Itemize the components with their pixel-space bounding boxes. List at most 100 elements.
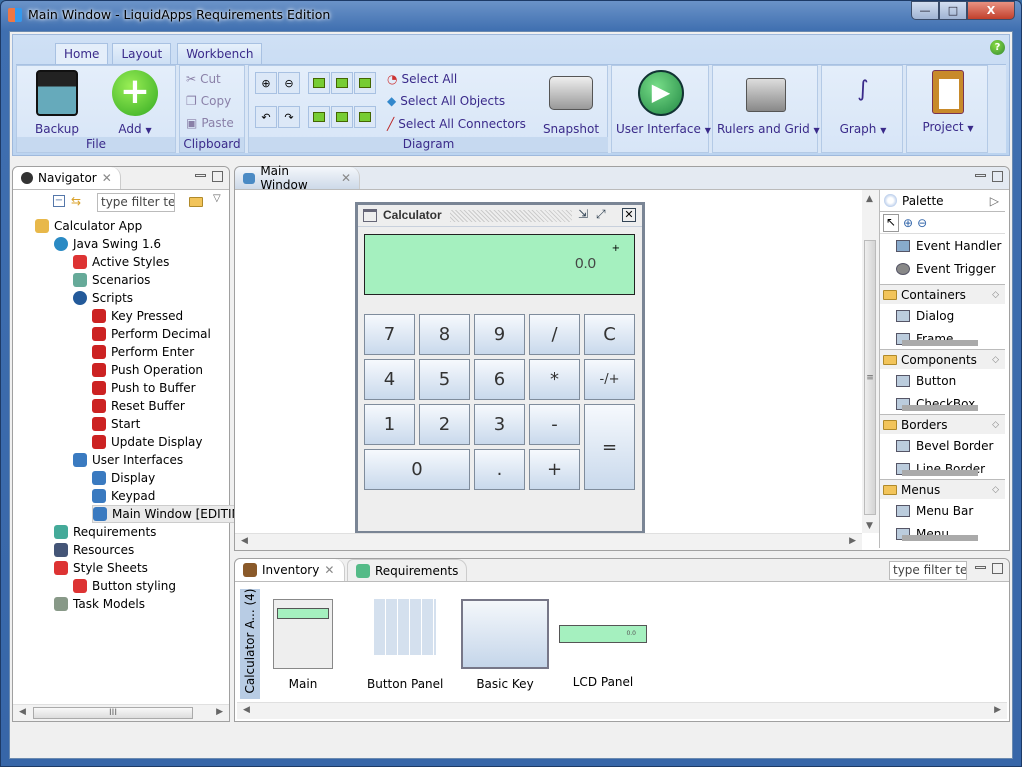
- tree-node[interactable]: Java Swing 1.6: [54, 235, 161, 253]
- align-left-icon[interactable]: [308, 72, 330, 94]
- inventory-tab[interactable]: Inventory ✕: [235, 559, 345, 581]
- key-button[interactable]: /: [529, 314, 580, 355]
- key-button[interactable]: 5: [419, 359, 470, 400]
- key-button[interactable]: 2: [419, 404, 470, 445]
- pin-icon[interactable]: ◇: [992, 485, 999, 495]
- iconify-icon[interactable]: ⇲: [578, 207, 588, 221]
- title-bar[interactable]: Main Window - LiquidApps Requirements Ed…: [1, 1, 1021, 29]
- select-all-button[interactable]: ◔ Select All: [387, 72, 457, 86]
- minimize-button[interactable]: —: [911, 1, 939, 20]
- key-button[interactable]: .: [474, 449, 525, 490]
- key-button[interactable]: 7: [364, 314, 415, 355]
- minimize-panel-icon[interactable]: [195, 174, 206, 177]
- palette-item[interactable]: Dialog: [880, 304, 1005, 327]
- close-button[interactable]: X: [967, 1, 1015, 20]
- key-button[interactable]: C: [584, 314, 635, 355]
- undo-icon[interactable]: ↶: [255, 106, 277, 128]
- main-window-tab[interactable]: Main Window ✕: [235, 164, 360, 192]
- palette-section-header[interactable]: Containers ◇: [880, 284, 1005, 304]
- editor-vertical-scrollbar[interactable]: ▲ ≡ ▼: [862, 190, 879, 533]
- key-button[interactable]: +: [529, 449, 580, 490]
- ribbon-tab-layout[interactable]: Layout: [112, 43, 172, 64]
- tree-node[interactable]: Button styling: [73, 577, 176, 595]
- section-scroll-indicator[interactable]: [902, 405, 978, 411]
- key-button[interactable]: =: [584, 404, 635, 490]
- align-right-icon[interactable]: [354, 72, 376, 94]
- palette-item[interactable]: Button: [880, 369, 1005, 392]
- palette-item[interactable]: CheckBox: [880, 392, 1005, 415]
- close-tab-icon[interactable]: ✕: [102, 171, 112, 185]
- palette-section-header[interactable]: Borders ◇: [880, 414, 1005, 434]
- design-canvas[interactable]: Calculator ⇲ ⤢ ✕ 0.0 + 7 8 9/C 4 5 6 * -/+ 1 2 3- =…: [235, 190, 879, 550]
- pin-icon[interactable]: ◇: [992, 290, 999, 300]
- navigator-horizontal-scrollbar[interactable]: ◀ III ▶: [13, 704, 229, 721]
- tree-node[interactable]: Push Operation: [92, 361, 203, 379]
- tree-node[interactable]: Task Models: [54, 595, 145, 613]
- maximize-button[interactable]: □: [939, 1, 967, 20]
- pin-icon[interactable]: ◇: [992, 355, 999, 365]
- section-scroll-indicator[interactable]: [902, 535, 978, 541]
- palette-item[interactable]: Frame: [880, 327, 1005, 350]
- user-interface-button[interactable]: ▶ User Interface ▼: [616, 70, 711, 136]
- inventory-item-lcd-panel[interactable]: 0.0 LCD Panel: [559, 599, 647, 689]
- tree-node[interactable]: User Interfaces: [73, 451, 183, 469]
- rulers-and-grid-button[interactable]: Rulers and Grid ▼: [717, 70, 820, 136]
- maximize-panel-icon[interactable]: [992, 171, 1003, 182]
- maximize-panel-icon[interactable]: [992, 563, 1003, 574]
- align-top-icon[interactable]: [308, 106, 330, 128]
- requirements-tab[interactable]: Requirements: [347, 559, 468, 581]
- align-center-icon[interactable]: [331, 72, 353, 94]
- tree-node[interactable]: Reset Buffer: [92, 397, 185, 415]
- key-button[interactable]: 9: [474, 314, 525, 355]
- graph-button[interactable]: ∫ Graph ▼: [826, 70, 900, 136]
- section-scroll-indicator[interactable]: [902, 340, 978, 346]
- palette-item[interactable]: Bevel Border: [880, 434, 1005, 457]
- zoom-in-tool-icon[interactable]: ⊕: [903, 216, 913, 230]
- tree-node[interactable]: Push to Buffer: [92, 379, 196, 397]
- key-button[interactable]: 6: [474, 359, 525, 400]
- ribbon-tab-workbench[interactable]: Workbench: [177, 43, 263, 64]
- paste-button[interactable]: ▣ Paste: [186, 116, 234, 130]
- navigator-tab[interactable]: Navigator ✕: [13, 167, 121, 189]
- pin-icon[interactable]: ◇: [992, 420, 999, 430]
- select-all-connectors-button[interactable]: ╱ Select All Connectors: [387, 117, 526, 131]
- tree-node[interactable]: Requirements: [54, 523, 156, 541]
- select-tool-icon[interactable]: ↖: [883, 213, 899, 232]
- palette-section-header[interactable]: Components ◇: [880, 349, 1005, 369]
- align-bottom-icon[interactable]: [354, 106, 376, 128]
- tree-node[interactable]: Style Sheets: [54, 559, 148, 577]
- key-button[interactable]: 4: [364, 359, 415, 400]
- ribbon-tab-home[interactable]: Home: [55, 43, 109, 64]
- close-icon[interactable]: ✕: [622, 208, 636, 222]
- palette-item-event-handler[interactable]: Event Handler: [880, 234, 1005, 257]
- palette-section-header[interactable]: Menus ◇: [880, 479, 1005, 499]
- inventory-item-main[interactable]: Main: [273, 599, 333, 691]
- minimize-panel-icon[interactable]: [975, 566, 986, 569]
- tree-node[interactable]: Start: [92, 415, 140, 433]
- inventory-horizontal-scrollbar[interactable]: ◀ ▶: [237, 702, 1007, 719]
- snapshot-button[interactable]: Snapshot: [541, 70, 601, 136]
- editor-horizontal-scrollbar[interactable]: ◀ ▶: [235, 533, 862, 550]
- calculator-frame[interactable]: Calculator ⇲ ⤢ ✕ 0.0 + 7 8 9/C 4 5 6 * -/+ 1 2 3- =…: [355, 202, 645, 534]
- folder-icon[interactable]: [189, 197, 203, 207]
- zoom-out-icon[interactable]: ⊖: [278, 72, 300, 94]
- tree-node[interactable]: Perform Enter: [92, 343, 194, 361]
- navigator-filter-input[interactable]: type filter text: [97, 193, 175, 212]
- section-scroll-indicator[interactable]: [902, 470, 978, 476]
- maximize-icon[interactable]: ⤢: [596, 207, 606, 222]
- tree-node[interactable]: Resources: [54, 541, 134, 559]
- help-icon[interactable]: ?: [990, 40, 1005, 55]
- select-all-objects-button[interactable]: ◆ Select All Objects: [387, 94, 505, 108]
- inventory-filter-input[interactable]: type filter text: [889, 561, 967, 580]
- collapse-all-icon[interactable]: −: [53, 195, 65, 207]
- tree-node[interactable]: Update Display: [92, 433, 203, 451]
- key-button[interactable]: *: [529, 359, 580, 400]
- close-tab-icon[interactable]: ✕: [341, 171, 351, 185]
- maximize-panel-icon[interactable]: [212, 171, 223, 182]
- tree-node[interactable]: Active Styles: [73, 253, 169, 271]
- palette-item[interactable]: Line Border: [880, 457, 1005, 480]
- tree-node[interactable]: Keypad: [92, 487, 155, 505]
- copy-button[interactable]: ❐ Copy: [186, 94, 231, 108]
- link-editor-icon[interactable]: ⇆: [71, 194, 81, 208]
- view-menu-icon[interactable]: ▽: [213, 193, 221, 204]
